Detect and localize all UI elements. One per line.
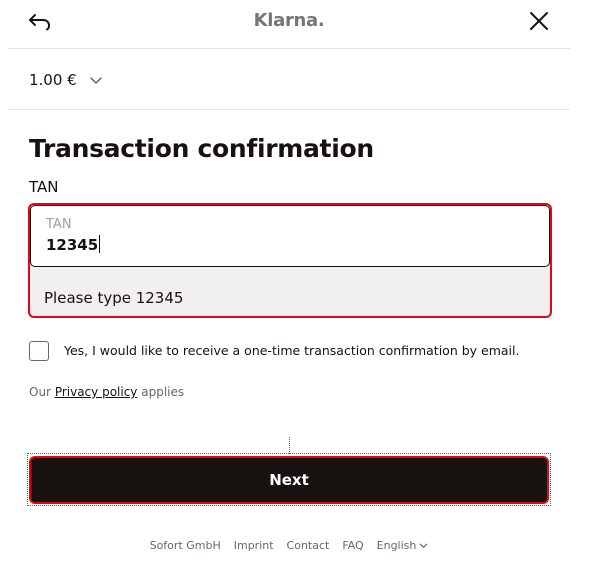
text-caret: [99, 235, 101, 253]
close-button[interactable]: [527, 9, 551, 33]
tan-field[interactable]: TAN 12345: [30, 205, 550, 267]
tan-input-value: 12345: [46, 236, 99, 254]
amount-value: 1.00 €: [29, 71, 77, 89]
language-label: English: [376, 539, 417, 552]
language-selector[interactable]: English: [377, 539, 429, 552]
focus-guide-line: [289, 437, 290, 454]
amount-row: 1.00 €: [8, 49, 570, 110]
privacy-notice: Our Privacy policy applies: [29, 385, 184, 399]
footer-contact-link[interactable]: Contact: [287, 539, 330, 552]
header: Klarna.: [8, 0, 570, 49]
email-confirmation-checkbox[interactable]: [29, 341, 49, 361]
privacy-policy-link[interactable]: Privacy policy: [55, 385, 138, 399]
footer-faq-link[interactable]: FAQ: [342, 539, 363, 552]
klarna-logo: Klarna.: [253, 10, 325, 31]
klarna-panel: Klarna. 1.00 € Transaction confirmation …: [8, 0, 570, 563]
chevron-down-icon: [420, 543, 428, 548]
next-button[interactable]: Next: [29, 456, 549, 504]
footer-imprint-link[interactable]: Imprint: [234, 539, 274, 552]
tan-hint: Please type 12345: [44, 289, 184, 307]
chevron-down-icon: [89, 77, 102, 84]
tan-field-label: TAN: [46, 217, 72, 232]
footer: Sofort GmbH Imprint Contact FAQ English: [8, 539, 570, 552]
email-confirmation-label: Yes, I would like to receive a one-time …: [64, 343, 520, 358]
amount-dropdown[interactable]: 1.00 €: [29, 71, 103, 89]
footer-company: Sofort GmbH: [149, 539, 221, 552]
tan-field-group: TAN 12345 Please type 12345: [28, 203, 552, 318]
privacy-prefix: Our: [29, 385, 51, 399]
privacy-suffix: applies: [141, 385, 185, 399]
page-title: Transaction confirmation: [29, 134, 374, 163]
close-icon: [530, 12, 548, 30]
tan-label: TAN: [29, 178, 59, 196]
tan-input[interactable]: 12345: [46, 235, 526, 254]
